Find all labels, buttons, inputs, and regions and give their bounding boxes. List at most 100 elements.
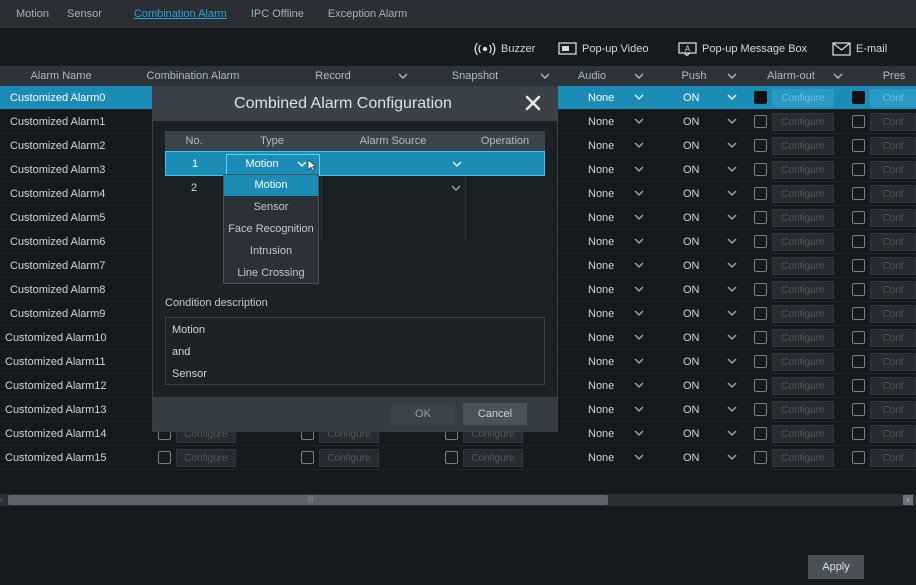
chevron-down-icon[interactable] — [727, 94, 737, 100]
chevron-down-icon[interactable] — [727, 262, 737, 268]
chevron-down-icon[interactable] — [727, 73, 737, 79]
alarm-out-configure-button[interactable]: Configure — [772, 401, 834, 419]
chevron-down-icon[interactable] — [634, 358, 644, 364]
push-value[interactable]: ON — [683, 302, 700, 326]
alarm-out-configure-button[interactable]: Configure — [772, 233, 834, 251]
chevron-down-icon[interactable] — [297, 161, 307, 167]
dropdown-option-sensor[interactable]: Sensor — [224, 197, 318, 218]
alarm-out-configure-button[interactable]: Configure — [772, 161, 834, 179]
alarm-out-checkbox[interactable] — [754, 139, 767, 152]
tab-motion[interactable]: Motion — [0, 8, 58, 20]
tab-sensor[interactable]: Sensor — [58, 8, 111, 20]
preset-checkbox[interactable] — [852, 187, 865, 200]
audio-value[interactable]: None — [588, 158, 614, 182]
alarm-out-configure-button[interactable]: Configure — [772, 89, 834, 107]
audio-value[interactable]: None — [588, 206, 614, 230]
preset-configure-button[interactable]: Conf — [870, 329, 916, 347]
chevron-down-icon[interactable] — [634, 454, 644, 460]
alarm-out-configure-button[interactable]: Configure — [772, 353, 834, 371]
alarm-out-checkbox[interactable] — [754, 355, 767, 368]
chevron-down-icon[interactable] — [398, 73, 408, 79]
chevron-down-icon[interactable] — [634, 142, 644, 148]
cancel-button[interactable]: Cancel — [463, 403, 527, 425]
chevron-down-icon[interactable] — [727, 118, 737, 124]
alarm-out-checkbox[interactable] — [754, 379, 767, 392]
chevron-down-icon[interactable] — [727, 382, 737, 388]
preset-checkbox[interactable] — [852, 307, 865, 320]
alarm-out-configure-button[interactable]: Configure — [772, 329, 834, 347]
alarm-out-checkbox[interactable] — [754, 307, 767, 320]
push-value[interactable]: ON — [683, 446, 700, 470]
col-preset[interactable]: Pres — [872, 66, 916, 86]
alarm-out-configure-button[interactable]: Configure — [772, 137, 834, 155]
push-value[interactable]: ON — [683, 398, 700, 422]
col-combination-alarm[interactable]: Combination Alarm — [138, 66, 248, 86]
audio-value[interactable]: None — [588, 398, 614, 422]
chevron-down-icon[interactable] — [727, 406, 737, 412]
col-audio[interactable]: Audio — [570, 66, 614, 86]
chevron-down-icon[interactable] — [634, 382, 644, 388]
preset-checkbox[interactable] — [852, 91, 865, 104]
push-value[interactable]: ON — [683, 350, 700, 374]
alarm-out-checkbox[interactable] — [754, 331, 767, 344]
alarm-out-configure-button[interactable]: Configure — [772, 113, 834, 131]
audio-value[interactable]: None — [588, 326, 614, 350]
audio-value[interactable]: None — [588, 254, 614, 278]
alarm-out-configure-button[interactable]: Configure — [772, 449, 834, 467]
preset-configure-button[interactable]: Conf — [870, 161, 916, 179]
popup-video-toggle[interactable]: Pop-up Video — [558, 42, 648, 56]
preset-checkbox[interactable] — [852, 163, 865, 176]
chevron-down-icon[interactable] — [634, 430, 644, 436]
preset-checkbox[interactable] — [852, 259, 865, 272]
push-value[interactable]: ON — [683, 422, 700, 446]
preset-configure-button[interactable]: Conf — [870, 353, 916, 371]
chevron-down-icon[interactable] — [634, 310, 644, 316]
alarm-out-configure-button[interactable]: Configure — [772, 185, 834, 203]
buzzer-toggle[interactable]: Buzzer — [474, 42, 535, 56]
condition-row[interactable]: 1 Motion — [165, 151, 545, 176]
chevron-down-icon[interactable] — [727, 454, 737, 460]
preset-configure-button[interactable]: Conf — [870, 425, 916, 443]
alarm-out-configure-button[interactable]: Configure — [772, 377, 834, 395]
chevron-down-icon[interactable] — [833, 73, 843, 79]
audio-value[interactable]: None — [588, 446, 614, 470]
chevron-down-icon[interactable] — [634, 94, 644, 100]
chevron-down-icon[interactable] — [634, 190, 644, 196]
alarm-out-checkbox[interactable] — [754, 235, 767, 248]
push-value[interactable]: ON — [683, 110, 700, 134]
chevron-down-icon[interactable] — [451, 185, 461, 191]
audio-value[interactable]: None — [588, 182, 614, 206]
preset-checkbox[interactable] — [852, 379, 865, 392]
push-value[interactable]: ON — [683, 326, 700, 350]
preset-configure-button[interactable]: Conf — [870, 401, 916, 419]
preset-configure-button[interactable]: Conf — [870, 137, 916, 155]
dropdown-option-motion[interactable]: Motion — [224, 175, 318, 196]
alarm-out-checkbox[interactable] — [754, 163, 767, 176]
col-push[interactable]: Push — [672, 66, 716, 86]
preset-checkbox[interactable] — [852, 403, 865, 416]
chevron-down-icon[interactable] — [540, 73, 550, 79]
type-select[interactable]: Motion — [226, 154, 320, 175]
col-record[interactable]: Record — [300, 66, 366, 86]
tab-exception-alarm[interactable]: Exception Alarm — [319, 8, 416, 20]
chevron-down-icon[interactable] — [452, 161, 462, 167]
push-value[interactable]: ON — [683, 182, 700, 206]
preset-checkbox[interactable] — [852, 451, 865, 464]
col-alarm-out[interactable]: Alarm-out — [755, 66, 827, 86]
preset-checkbox[interactable] — [852, 139, 865, 152]
apply-button[interactable]: Apply — [808, 555, 864, 579]
alarm-out-checkbox[interactable] — [754, 187, 767, 200]
chevron-down-icon[interactable] — [727, 166, 737, 172]
push-value[interactable]: ON — [683, 86, 700, 110]
tab-ipc-offline[interactable]: IPC Offline — [242, 8, 313, 20]
scroll-right-icon[interactable]: › — [903, 495, 913, 505]
alarm-out-configure-button[interactable]: Configure — [772, 281, 834, 299]
col-snapshot[interactable]: Snapshot — [440, 66, 510, 86]
chevron-down-icon[interactable] — [634, 118, 644, 124]
chevron-down-icon[interactable] — [727, 190, 737, 196]
preset-configure-button[interactable]: Conf — [870, 257, 916, 275]
audio-value[interactable]: None — [588, 350, 614, 374]
audio-value[interactable]: None — [588, 278, 614, 302]
alarm-out-configure-button[interactable]: Configure — [772, 305, 834, 323]
preset-configure-button[interactable]: Conf — [870, 233, 916, 251]
